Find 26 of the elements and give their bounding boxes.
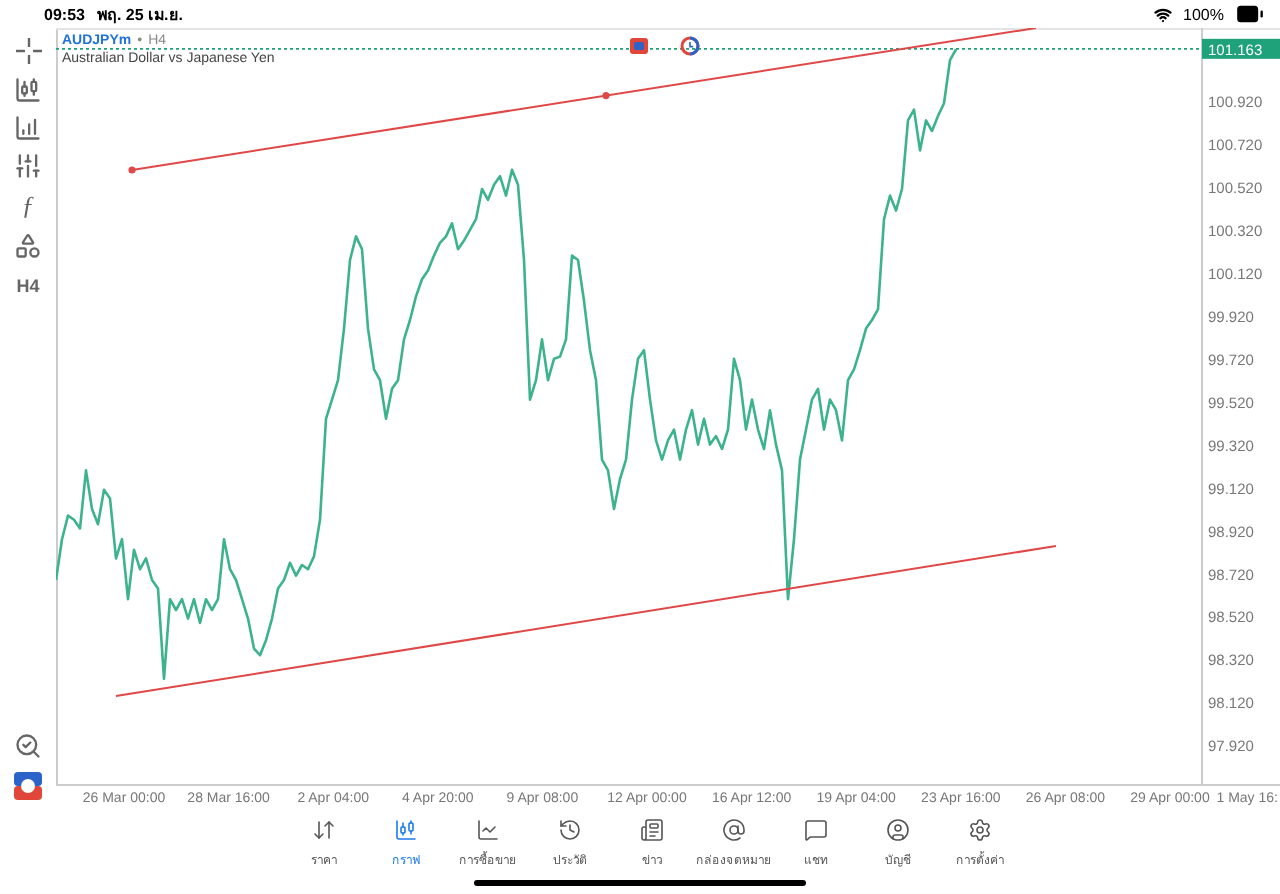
chat-icon	[804, 818, 828, 842]
wifi-icon	[1153, 5, 1172, 23]
line-chart-icon	[476, 818, 500, 842]
newspaper-icon	[640, 818, 664, 842]
search-icon[interactable]	[14, 732, 42, 760]
candlestick-icon	[394, 818, 418, 842]
status-date: พฤ. 25 เม.ย.	[96, 3, 183, 27]
timeframe-button[interactable]: H4	[16, 270, 40, 302]
crosshair-icon[interactable]	[15, 37, 41, 63]
at-sign-icon	[722, 818, 746, 842]
status-time: 09:53	[44, 5, 85, 23]
function-symbol[interactable]: ƒ	[21, 190, 35, 222]
trend-line-drawing[interactable]	[128, 28, 1037, 174]
battery-level: 100%	[1183, 5, 1224, 23]
shapes-icon[interactable]	[14, 232, 42, 260]
user-icon	[886, 818, 910, 842]
logo-icon[interactable]	[14, 772, 42, 800]
sliders-icon[interactable]	[14, 152, 42, 180]
arrows-icon	[312, 818, 336, 842]
indicators-icon[interactable]	[14, 114, 42, 142]
settings-icon	[968, 818, 992, 842]
battery-icon	[1236, 0, 1264, 28]
clock-icon[interactable]	[680, 36, 700, 56]
history-icon	[558, 818, 582, 842]
trend-line[interactable]	[115, 545, 1057, 697]
candlestick-icon[interactable]	[14, 76, 42, 104]
